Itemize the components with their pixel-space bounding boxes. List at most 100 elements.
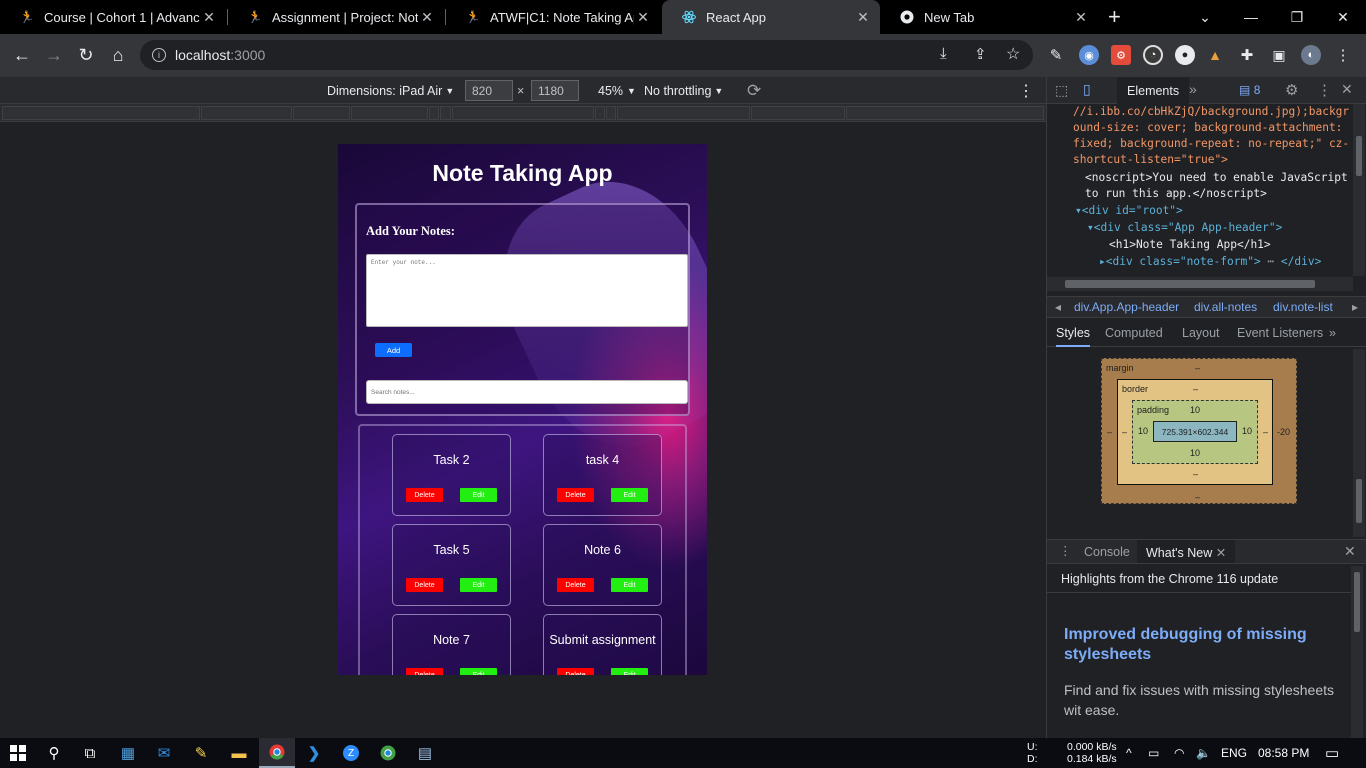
store-icon[interactable]: ▦ — [110, 738, 146, 768]
mail-icon[interactable]: ✉ — [146, 738, 182, 768]
side-panel-icon[interactable]: ▣ — [1269, 45, 1289, 65]
notepad-icon[interactable]: ✎ — [183, 738, 219, 768]
padding-top-value[interactable]: 10 — [1190, 405, 1200, 415]
volume-icon[interactable]: 🔈 — [1196, 738, 1211, 768]
vscode-icon[interactable]: ❯ — [296, 738, 332, 768]
minimize-icon[interactable]: — — [1228, 0, 1274, 34]
extension-fox-icon[interactable]: ▲ — [1205, 45, 1225, 65]
battery-icon[interactable]: ▭ — [1148, 738, 1159, 768]
margin-left-value[interactable]: – — [1107, 427, 1112, 437]
scroll-thumb[interactable] — [1356, 479, 1362, 523]
box-model-margin[interactable]: margin – – – -20 border – – – – padding … — [1101, 358, 1297, 504]
dom-line[interactable]: //i.ibb.co/cbHkZjQ/background.jpg);backg… — [1073, 104, 1349, 121]
note-textarea[interactable] — [366, 254, 688, 327]
edit-button[interactable]: Edit — [611, 578, 648, 592]
extension-face-icon[interactable]: ● — [1175, 45, 1195, 65]
puzzle-icon[interactable]: ✚ — [1237, 45, 1257, 65]
bookmark-star-icon[interactable]: ☆ — [1006, 44, 1020, 64]
dom-scrollbar[interactable] — [1353, 104, 1365, 276]
dom-line[interactable]: to run this app.</noscript> — [1085, 186, 1267, 203]
dom-line[interactable]: <h1>Note Taking App</h1> — [1109, 237, 1271, 254]
close-icon[interactable]: ✕ — [634, 9, 652, 26]
ruler-segment[interactable] — [595, 106, 605, 120]
menu-kebab-icon[interactable]: ⋮ — [1333, 45, 1353, 65]
device-toggle-icon[interactable]: ▯ — [1083, 81, 1091, 98]
issues-badge[interactable]: ▤ 8 — [1239, 83, 1260, 97]
ruler-segment[interactable] — [2, 106, 200, 120]
edit-button[interactable]: Edit — [460, 578, 497, 592]
delete-button[interactable]: Delete — [406, 668, 443, 675]
address-bar[interactable]: i localhost:3000 ⤓ ⇪ ☆ — [140, 40, 1033, 70]
ruler-segment[interactable] — [201, 106, 292, 120]
edit-button[interactable]: Edit — [460, 488, 497, 502]
zoom-app-icon[interactable]: Z — [333, 738, 369, 768]
breadcrumb-item[interactable]: div.App.App-header — [1074, 300, 1179, 314]
more-tabs-icon[interactable]: » — [1329, 326, 1336, 340]
tab-layout[interactable]: Layout — [1182, 326, 1220, 340]
expand-triangle-icon[interactable]: ▾ — [1087, 221, 1094, 234]
restore-icon[interactable]: ❐ — [1274, 0, 1320, 34]
ellipsis-icon[interactable]: ⋯ — [1267, 255, 1274, 268]
tray-chevron-icon[interactable]: ^ — [1126, 738, 1132, 768]
ruler-segment[interactable] — [440, 106, 451, 120]
delete-button[interactable]: Delete — [557, 578, 594, 592]
styles-scrollbar[interactable] — [1353, 349, 1365, 537]
edit-button[interactable]: Edit — [611, 668, 648, 675]
scroll-thumb[interactable] — [1356, 136, 1362, 176]
close-icon[interactable]: ✕ — [418, 9, 436, 26]
close-icon[interactable]: ✕ — [200, 9, 218, 26]
tab-assignment[interactable]: 🏃 Assignment | Project: Note Ta ✕ — [228, 0, 444, 34]
search-input[interactable] — [366, 380, 688, 404]
ruler-segment[interactable] — [429, 106, 439, 120]
breadcrumb-item[interactable]: div.note-list — [1273, 300, 1333, 314]
home-icon[interactable]: ⌂ — [102, 34, 134, 77]
avatar[interactable]: ◐ — [1301, 45, 1321, 65]
search-icon[interactable]: ⚲ — [36, 738, 72, 768]
tab-atwf[interactable]: 🏃 ATWF|C1: Note Taking App ✕ — [446, 0, 660, 34]
delete-button[interactable]: Delete — [406, 488, 443, 502]
margin-bottom-value[interactable]: – — [1195, 492, 1200, 502]
language-indicator[interactable]: ENG — [1221, 738, 1247, 768]
task-view-icon[interactable]: ⧉ — [72, 738, 108, 768]
tab-computed[interactable]: Computed — [1105, 326, 1163, 340]
forward-icon[interactable]: → — [38, 34, 70, 77]
new-tab-icon[interactable]: + — [1108, 4, 1121, 30]
tab-console[interactable]: Console — [1084, 545, 1130, 559]
file-explorer-icon[interactable]: ▬ — [221, 738, 257, 768]
tab-search-icon[interactable]: ⌄ — [1182, 0, 1228, 34]
share-icon[interactable]: ⇪ — [974, 45, 987, 63]
ruler-segment[interactable] — [606, 106, 616, 120]
window-close-icon[interactable]: ✕ — [1320, 0, 1366, 34]
collapse-triangle-icon[interactable]: ▸ — [1099, 255, 1106, 268]
dom-line[interactable]: shortcut-listen="true"> — [1073, 152, 1228, 169]
zoom-select[interactable]: 45% ▼ — [598, 77, 636, 104]
breadcrumb-left-icon[interactable]: ◂ — [1055, 300, 1061, 314]
box-model-content[interactable]: 725.391×602.344 — [1153, 421, 1237, 442]
padding-left-value[interactable]: 10 — [1138, 426, 1148, 436]
scroll-thumb[interactable] — [1354, 572, 1360, 632]
drawer-scrollbar[interactable] — [1351, 566, 1363, 738]
box-model-padding[interactable]: padding 10 10 10 10 725.391×602.344 — [1132, 400, 1258, 464]
breadcrumb-item[interactable]: div.all-notes — [1194, 300, 1257, 314]
margin-top-value[interactable]: – — [1195, 363, 1200, 373]
back-icon[interactable]: ← — [6, 34, 38, 77]
inspect-icon[interactable]: ⬚ — [1055, 82, 1068, 99]
edit-button[interactable]: Edit — [460, 668, 497, 675]
drawer-close-icon[interactable]: ✕ — [1344, 543, 1356, 560]
breadcrumb-right-icon[interactable]: ▸ — [1352, 300, 1358, 314]
extension-gauge-icon[interactable]: ◔ — [1143, 45, 1163, 65]
dom-line[interactable]: fixed; background-repeat: no-repeat;" cz… — [1073, 136, 1349, 153]
border-left-value[interactable]: – — [1122, 427, 1127, 437]
extension-red-icon[interactable]: ⚙ — [1111, 45, 1131, 65]
tab-react-app[interactable]: React App ✕ — [662, 0, 880, 34]
padding-bottom-value[interactable]: 10 — [1190, 448, 1200, 458]
dimensions-select[interactable]: Dimensions: iPad Air ▼ — [327, 77, 454, 104]
dom-line[interactable]: ▸<div class="note-form"> ⋯ </div> — [1099, 254, 1321, 271]
more-tabs-icon[interactable]: » — [1189, 81, 1197, 97]
tab-new-tab[interactable]: New Tab ✕ — [880, 0, 1098, 34]
border-top-value[interactable]: – — [1193, 384, 1198, 394]
margin-right-value[interactable]: -20 — [1277, 427, 1290, 437]
border-right-value[interactable]: – — [1263, 427, 1268, 437]
notes-app-icon[interactable]: ▤ — [407, 738, 443, 768]
wifi-icon[interactable]: ◠ — [1174, 738, 1184, 768]
